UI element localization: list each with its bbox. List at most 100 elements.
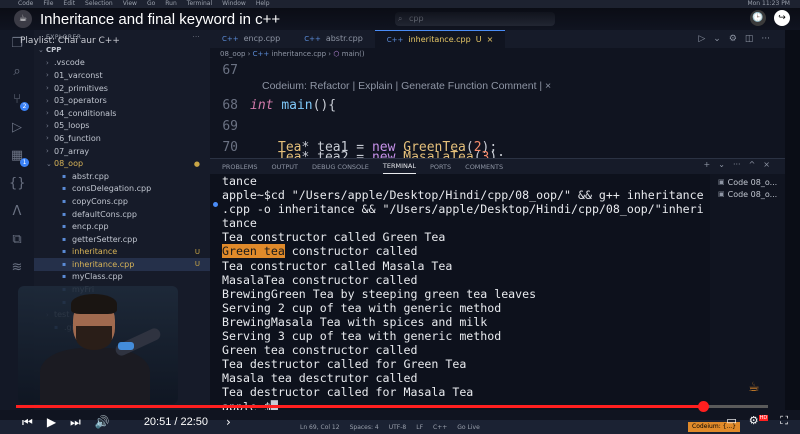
tree-folder[interactable]: › 03_operators	[34, 94, 210, 107]
tree-file[interactable]: ▪ myClass.cpp	[34, 271, 210, 284]
tree-folder[interactable]: › 04_conditionals	[34, 107, 210, 120]
run-debug-icon[interactable]: ▷	[9, 120, 25, 136]
chapter-arrow-icon[interactable]: ›	[226, 415, 231, 429]
microphone-light	[118, 342, 134, 350]
remote-icon[interactable]: ⧉	[9, 232, 25, 248]
tab-inheritance[interactable]: C++ inheritance.cpp U ×	[374, 30, 506, 49]
json-icon[interactable]: {}	[9, 176, 26, 192]
menu-edit[interactable]: Edit	[63, 0, 75, 8]
menu-code[interactable]: Code	[18, 0, 33, 8]
terminal-line: apple~$cd "/Users/apple/Desktop/Hindi/cp…	[222, 188, 704, 203]
terminal-output[interactable]: tance apple~$cd "/Users/apple/Desktop/Hin…	[210, 174, 710, 410]
split-editor-icon[interactable]: ◫	[745, 34, 754, 44]
fullscreen-icon[interactable]: ⛶	[780, 414, 788, 428]
panel-actions: + ⌄ ··· ^ ×	[704, 160, 770, 169]
watch-later-icon[interactable]: 🕒	[750, 10, 766, 26]
tab-comments[interactable]: COMMENTS	[465, 163, 503, 171]
code-editor[interactable]: 67 Codeium: Refactor | Explain | Generat…	[210, 58, 785, 158]
terminal-instance[interactable]: ▣ Code 08_o...	[712, 188, 785, 200]
chevron-right-icon: ›	[46, 71, 49, 80]
new-terminal-icon[interactable]: +	[704, 160, 711, 169]
maximize-icon[interactable]: ^	[749, 160, 756, 169]
playlist-label[interactable]: Playlist: Chai aur C++	[20, 36, 120, 46]
more-actions-icon[interactable]: ···	[193, 34, 200, 41]
share-icon[interactable]: ↪	[774, 10, 790, 26]
extensions-icon[interactable]: ▦ 1	[9, 148, 29, 167]
chevron-down-icon[interactable]: ⌄	[718, 160, 725, 169]
extensions-badge: 1	[20, 158, 29, 167]
tab-terminal[interactable]: TERMINAL	[382, 159, 416, 174]
tree-file[interactable]: ▪ consDelegation.cpp	[34, 183, 210, 196]
menu-run[interactable]: Run	[165, 0, 177, 8]
tree-folder[interactable]: › 02_primitives	[34, 82, 210, 95]
video-title[interactable]: Inheritance and final keyword in c++	[40, 11, 280, 28]
run-icon[interactable]: ▷	[698, 34, 705, 44]
tab-output[interactable]: OUTPUT	[271, 163, 298, 171]
settings-icon[interactable]: ⚙HD	[749, 414, 769, 428]
terminal-instance[interactable]: ▣ Code 08_o...	[712, 176, 785, 188]
cpp-file-icon: C++	[252, 50, 270, 58]
gear-icon[interactable]: ⚙	[729, 34, 737, 44]
tree-file[interactable]: ▪ abstr.cpp	[34, 170, 210, 183]
codeium-icon[interactable]: Ʌ	[9, 204, 25, 220]
next-icon[interactable]: ⏭	[70, 415, 81, 430]
video-progress-bar[interactable]	[16, 401, 768, 412]
layers-icon[interactable]: ≋	[9, 260, 25, 276]
tab-problems[interactable]: PROBLEMS	[222, 163, 257, 171]
previous-icon[interactable]: ⏮	[22, 415, 33, 430]
command-decoration-icon	[213, 202, 218, 207]
menu-window[interactable]: Window	[222, 0, 246, 8]
terminal-line: Tea constructor called Masala Tea	[222, 258, 453, 273]
codeium-codelens[interactable]: Codeium: Refactor | Explain | Generate F…	[262, 80, 551, 92]
tree-folder[interactable]: › 05_loops	[34, 120, 210, 133]
tree-folder[interactable]: › 06_function	[34, 132, 210, 145]
close-icon[interactable]: ×	[487, 31, 494, 49]
tree-item-label: 05_loops	[54, 121, 90, 131]
breadcrumb-file[interactable]: inheritance.cpp	[272, 50, 327, 58]
close-icon[interactable]: ×	[763, 160, 770, 169]
tab-abstr[interactable]: C++ abstr.cpp	[292, 30, 375, 48]
tree-file[interactable]: ▪ inheritance U	[34, 246, 210, 259]
menu-file[interactable]: File	[43, 0, 53, 8]
terminal-list: ▣ Code 08_o... ▣ Code 08_o...	[712, 176, 785, 200]
line-number: 71	[210, 150, 250, 158]
tree-file[interactable]: ▪ getterSetter.cpp	[34, 233, 210, 246]
tree-folder[interactable]: › 07_array	[34, 145, 210, 158]
hd-badge: HD	[758, 415, 769, 422]
menu-go[interactable]: Go	[147, 0, 155, 8]
volume-icon[interactable]: 🔊	[95, 415, 110, 429]
tree-file[interactable]: ▪ encp.cpp	[34, 220, 210, 233]
tab-ports[interactable]: PORTS	[430, 163, 451, 171]
tree-item-label: inheritance.cpp	[72, 259, 135, 269]
tree-file[interactable]: ▪ copyCons.cpp	[34, 195, 210, 208]
terminal-instance-label: Code 08_o...	[727, 177, 778, 187]
source-control-icon[interactable]: ⑂ 2	[9, 92, 29, 111]
chevron-down-icon[interactable]: ⌄	[713, 34, 721, 44]
captions-icon[interactable]: ▭	[726, 414, 736, 428]
menu-terminal[interactable]: Terminal	[187, 0, 212, 8]
code-text: (	[473, 150, 482, 158]
breadcrumb-symbol[interactable]: main()	[342, 50, 365, 58]
function-name: main	[281, 97, 313, 113]
search-icon[interactable]: ⌕	[9, 64, 25, 80]
tree-file[interactable]: ▪ defaultCons.cpp	[34, 208, 210, 221]
menu-help[interactable]: Help	[256, 0, 270, 8]
more-actions-icon[interactable]: ···	[733, 160, 741, 169]
menu-selection[interactable]: Selection	[85, 0, 113, 8]
channel-avatar[interactable]: ☕	[14, 10, 32, 28]
video-time: 20:51 / 22:50	[144, 416, 208, 428]
tab-debug-console[interactable]: DEBUG CONSOLE	[312, 163, 369, 171]
play-icon[interactable]: ▶	[47, 415, 56, 429]
tree-folder[interactable]: › .vscode	[34, 57, 210, 70]
menu-view[interactable]: View	[123, 0, 137, 8]
tab-encp[interactable]: C++ encp.cpp	[210, 30, 292, 48]
presenter-body	[40, 348, 150, 404]
more-actions-icon[interactable]: ···	[761, 34, 770, 44]
tree-file[interactable]: ▪ inheritance.cpp U	[34, 258, 210, 271]
tree-folder[interactable]: › 01_varconst	[34, 69, 210, 82]
file-icon: ▪	[62, 235, 67, 243]
terminal-icon: ▣	[718, 178, 725, 186]
time-total: 22:50	[180, 416, 209, 428]
breadcrumb-folder[interactable]: 08_oop	[220, 50, 245, 58]
tree-folder[interactable]: ⌄ 08_oop ●	[34, 157, 210, 170]
